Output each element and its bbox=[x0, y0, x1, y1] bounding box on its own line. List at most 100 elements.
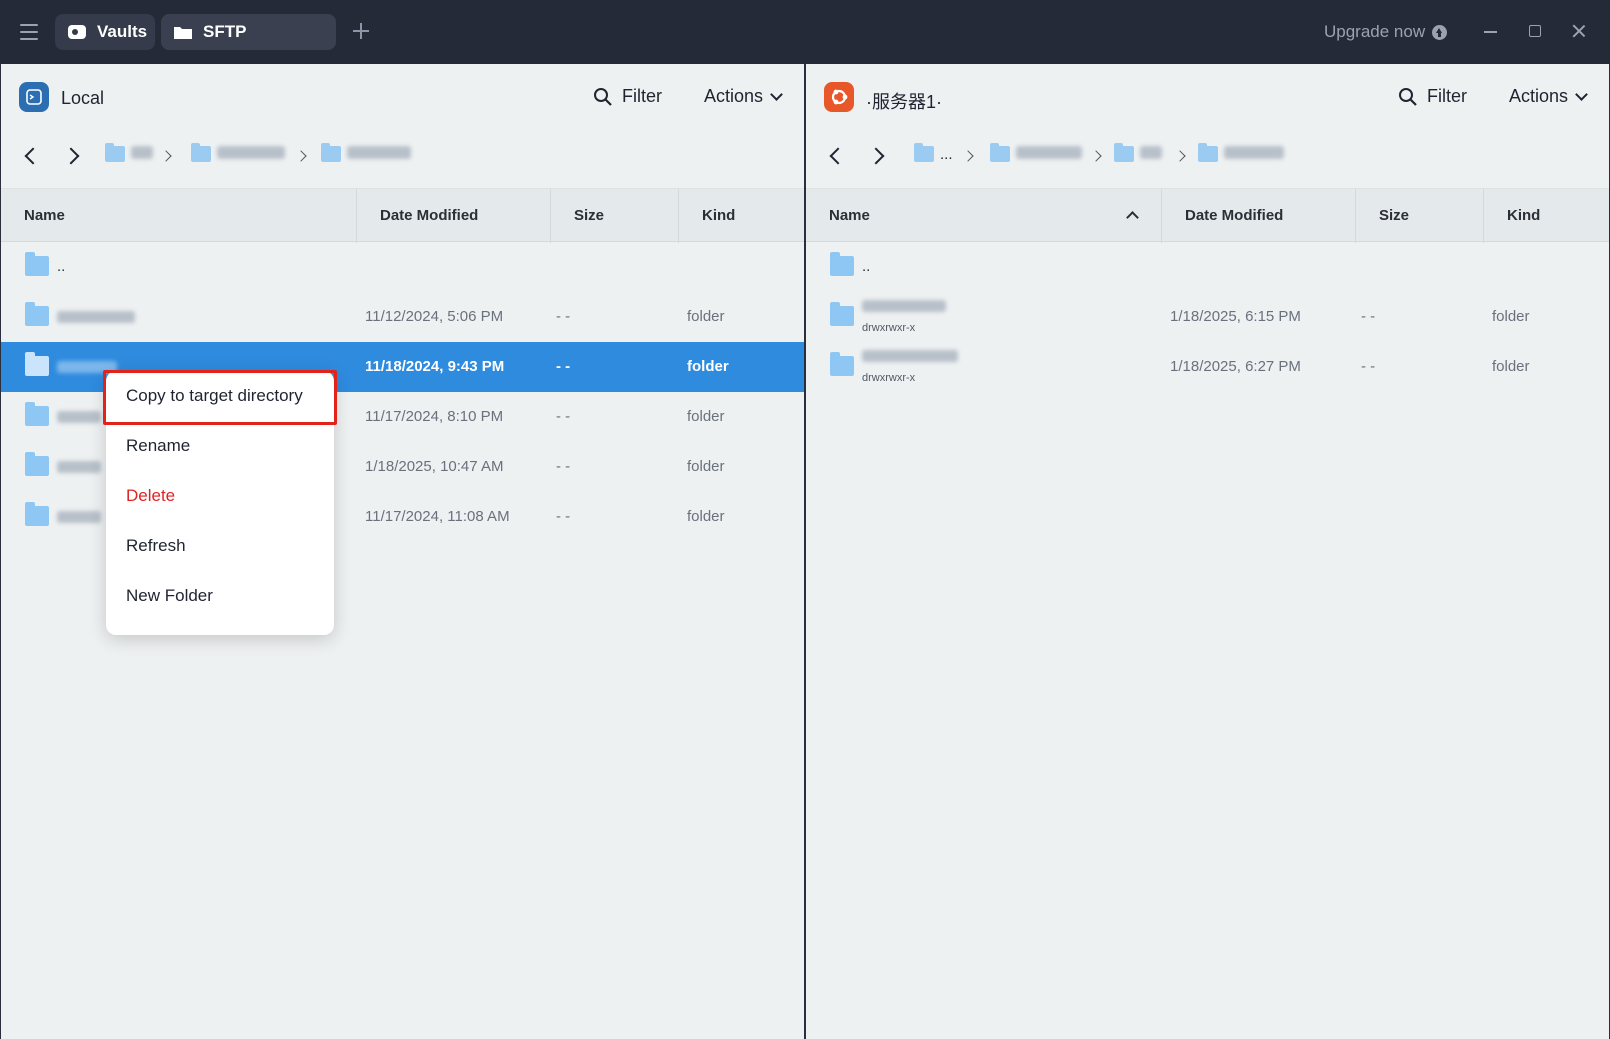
chevron-down-icon bbox=[770, 87, 783, 101]
breadcrumb-item[interactable] bbox=[191, 143, 285, 162]
folder-icon bbox=[173, 23, 193, 41]
file-name: .. bbox=[862, 258, 871, 275]
menu-item-refresh[interactable]: Refresh bbox=[106, 521, 334, 571]
menu-item-copy-to-target[interactable]: Copy to target directory bbox=[106, 371, 334, 421]
new-tab-plus-icon[interactable] bbox=[352, 22, 370, 40]
folder-icon bbox=[25, 402, 49, 426]
search-icon bbox=[1399, 87, 1417, 106]
context-menu: Copy to target directory Rename Delete R… bbox=[106, 371, 334, 635]
breadcrumb-item[interactable] bbox=[105, 143, 153, 162]
chevron-right-icon bbox=[295, 150, 307, 162]
folder-icon bbox=[830, 352, 854, 376]
breadcrumb-item[interactable] bbox=[990, 143, 1082, 162]
table-row[interactable]: .. bbox=[806, 242, 1609, 292]
breadcrumb-item[interactable] bbox=[321, 143, 411, 162]
forward-icon[interactable] bbox=[867, 147, 885, 165]
host-name: ·服务器1· bbox=[866, 92, 942, 112]
tab-sftp[interactable]: SFTP bbox=[161, 14, 336, 50]
panel-header: ·服务器1· Filter Actions bbox=[806, 64, 1609, 126]
folder-icon bbox=[25, 302, 49, 326]
date-modified: 11/17/2024, 8:10 PM bbox=[365, 408, 504, 425]
permissions: drwxrwxr-x bbox=[862, 322, 916, 334]
arrow-up-circle-icon bbox=[1432, 24, 1448, 40]
filter-button[interactable]: Filter bbox=[1398, 86, 1467, 107]
filter-button[interactable]: Filter bbox=[593, 86, 662, 107]
size: - - bbox=[1361, 358, 1376, 375]
kind: folder bbox=[687, 308, 725, 325]
folder-icon bbox=[191, 143, 211, 162]
date-modified: 11/12/2024, 5:06 PM bbox=[365, 308, 504, 325]
folder-icon bbox=[1114, 143, 1134, 162]
file-name-redacted bbox=[57, 461, 101, 473]
folder-icon bbox=[25, 502, 49, 526]
back-icon[interactable] bbox=[24, 147, 42, 165]
date-modified: 1/18/2025, 6:27 PM bbox=[1170, 358, 1301, 375]
size: - - bbox=[556, 358, 571, 375]
breadcrumb-item[interactable]: ... bbox=[914, 143, 953, 163]
back-icon[interactable] bbox=[829, 147, 847, 165]
folder-icon bbox=[25, 252, 49, 276]
size: - - bbox=[556, 458, 571, 475]
file-name-redacted bbox=[57, 511, 101, 523]
column-header: Name Date Modified Size Kind bbox=[1, 188, 804, 243]
breadcrumb-ellipsis: ... bbox=[940, 146, 953, 163]
breadcrumb-item[interactable] bbox=[1114, 143, 1162, 162]
menu-item-delete[interactable]: Delete bbox=[106, 471, 334, 521]
folder-icon bbox=[1198, 143, 1218, 162]
folder-icon bbox=[105, 143, 125, 162]
remote-panel: ·服务器1· Filter Actions ... Name Date Modi… bbox=[806, 64, 1609, 1039]
column-kind[interactable]: Kind bbox=[679, 189, 804, 243]
chevron-right-icon bbox=[1090, 150, 1102, 162]
kind: folder bbox=[687, 508, 725, 525]
chevron-right-icon bbox=[1174, 150, 1186, 162]
table-row[interactable]: .. bbox=[1, 242, 804, 292]
search-icon bbox=[594, 87, 612, 106]
menu-item-rename[interactable]: Rename bbox=[106, 421, 334, 471]
maximize-icon[interactable] bbox=[1526, 22, 1544, 40]
permissions: drwxrwxr-x bbox=[862, 372, 916, 384]
actions-dropdown[interactable]: Actions bbox=[1509, 86, 1588, 107]
filter-label: Filter bbox=[1427, 86, 1467, 106]
table-row[interactable]: drwxrwxr-x 1/18/2025, 6:15 PM - - folder bbox=[806, 292, 1609, 342]
file-name-redacted bbox=[57, 411, 101, 423]
column-date-modified[interactable]: Date Modified bbox=[357, 189, 551, 243]
column-size[interactable]: Size bbox=[1356, 189, 1484, 243]
terminal-icon bbox=[19, 82, 49, 112]
vault-icon bbox=[67, 23, 87, 41]
chevron-right-icon bbox=[962, 150, 974, 162]
actions-label: Actions bbox=[1509, 86, 1569, 106]
column-size[interactable]: Size bbox=[551, 189, 679, 243]
column-name[interactable]: Name bbox=[1, 189, 357, 243]
tab-vaults[interactable]: Vaults bbox=[55, 14, 155, 50]
column-label: Name bbox=[829, 207, 870, 224]
menu-icon[interactable] bbox=[18, 20, 40, 44]
column-name[interactable]: Name bbox=[806, 189, 1162, 243]
actions-dropdown[interactable]: Actions bbox=[704, 86, 783, 107]
folder-icon bbox=[990, 143, 1010, 162]
panel-header: Local Filter Actions bbox=[1, 64, 804, 126]
table-row[interactable]: 11/12/2024, 5:06 PM - - folder bbox=[1, 292, 804, 342]
breadcrumb-item[interactable] bbox=[1198, 143, 1284, 162]
column-kind[interactable]: Kind bbox=[1484, 189, 1609, 243]
size: - - bbox=[556, 508, 571, 525]
size: - - bbox=[1361, 308, 1376, 325]
table-row[interactable]: drwxrwxr-x 1/18/2025, 6:27 PM - - folder bbox=[806, 342, 1609, 392]
column-header: Name Date Modified Size Kind bbox=[806, 188, 1609, 243]
title-bar: Vaults SFTP Upgrade now bbox=[0, 0, 1610, 64]
folder-icon bbox=[25, 452, 49, 476]
upgrade-button[interactable]: Upgrade now bbox=[1324, 20, 1448, 44]
file-name-redacted bbox=[862, 300, 946, 312]
folder-icon bbox=[830, 252, 854, 276]
upgrade-label: Upgrade now bbox=[1324, 22, 1426, 41]
folder-icon bbox=[25, 352, 49, 376]
filter-label: Filter bbox=[622, 86, 662, 106]
column-date-modified[interactable]: Date Modified bbox=[1162, 189, 1356, 243]
kind: folder bbox=[687, 458, 725, 475]
menu-item-new-folder[interactable]: New Folder bbox=[106, 571, 334, 621]
close-icon[interactable] bbox=[1570, 22, 1588, 40]
minimize-icon[interactable] bbox=[1482, 22, 1500, 40]
date-modified: 1/18/2025, 6:15 PM bbox=[1170, 308, 1301, 325]
chevron-down-icon bbox=[1575, 87, 1588, 101]
forward-icon[interactable] bbox=[62, 147, 80, 165]
host-name: Local bbox=[61, 88, 105, 108]
